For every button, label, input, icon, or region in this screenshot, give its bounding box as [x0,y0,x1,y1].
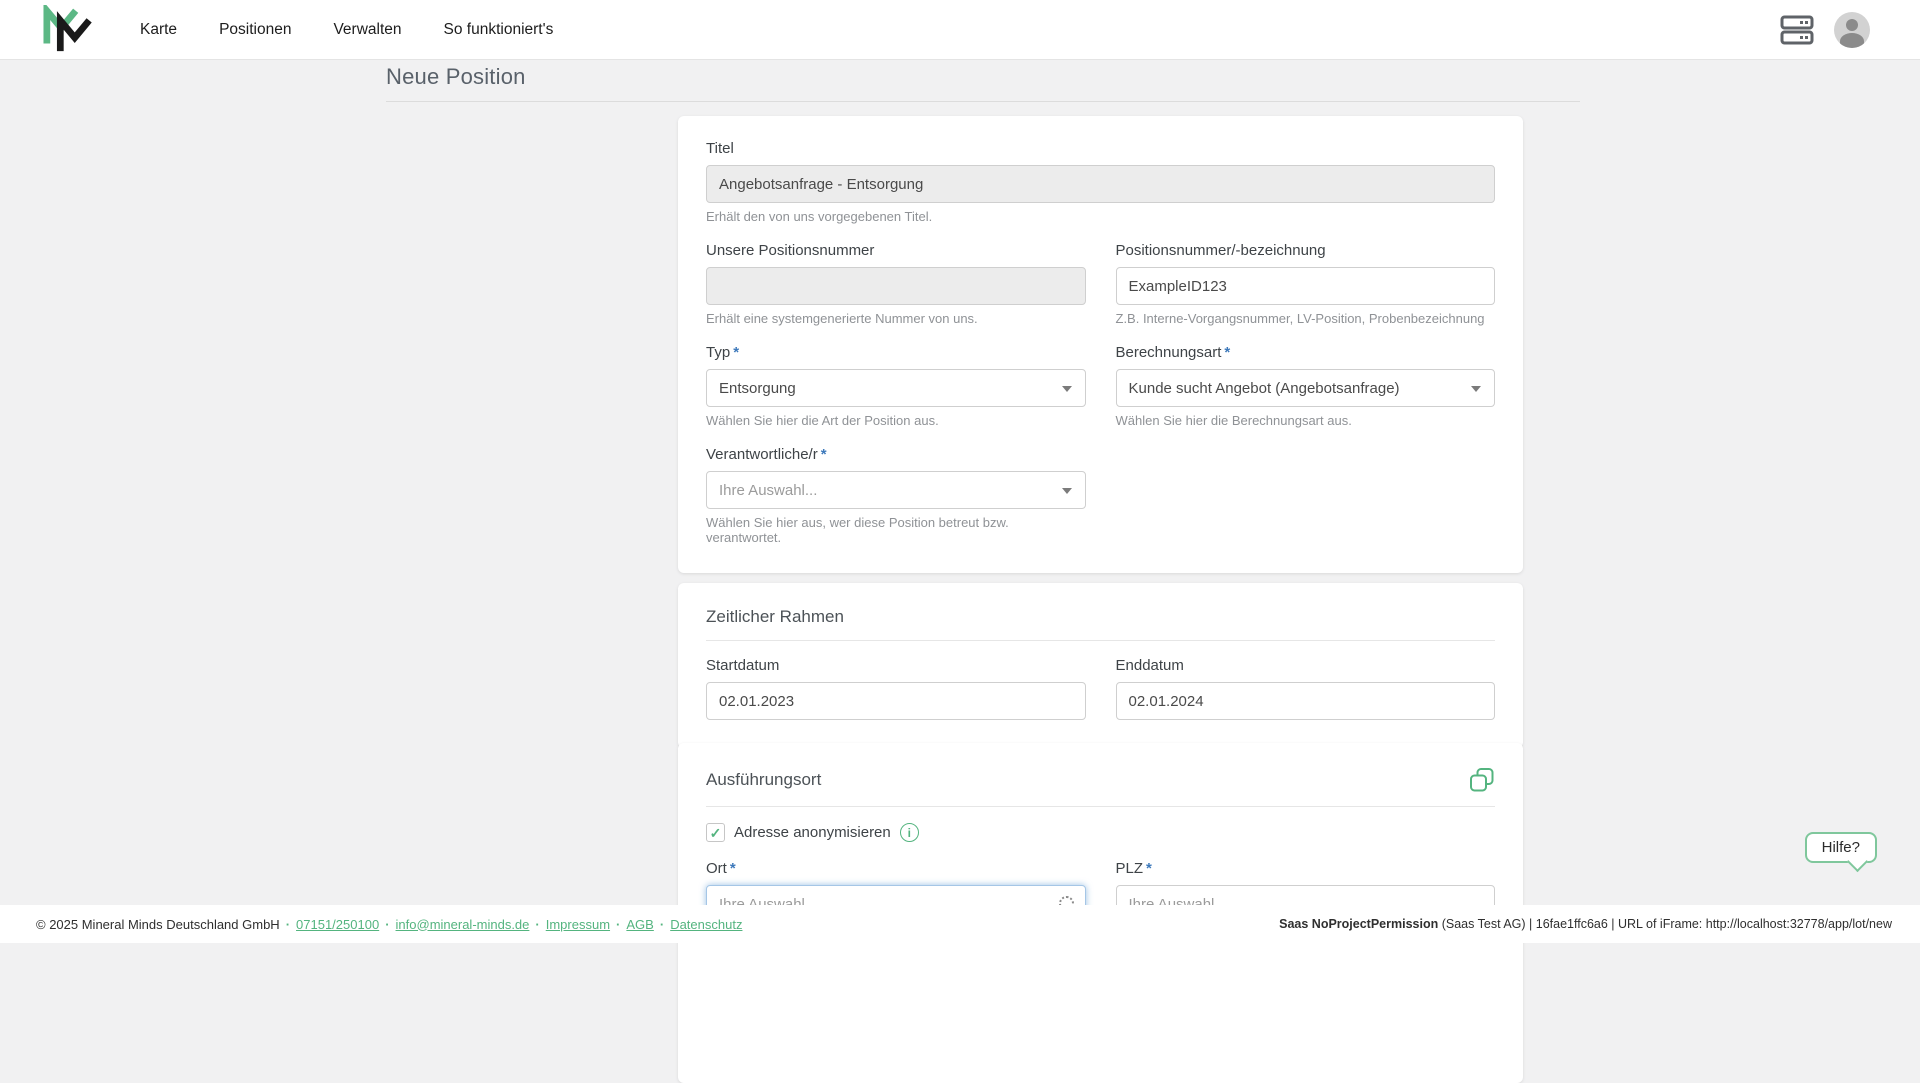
saas-permission-text: Saas NoProjectPermission [1279,917,1439,931]
unsere-positionsnummer-field: Unsere Positionsnummer Erhält eine syste… [706,242,1086,326]
avatar-body-icon [1840,32,1864,48]
chevron-down-icon [1061,386,1072,392]
typ-helper: Wählen Sie hier die Art der Position aus… [706,413,939,428]
verantwortliche-helper: Wählen Sie hier aus, wer diese Position … [706,515,1009,545]
chevron-down-icon [1471,386,1481,392]
avatar-head-icon [1846,18,1858,31]
footer-environment-info: Saas NoProjectPermission (Saas Test AG) … [1279,917,1892,931]
berechnungsart-label: Berechnungsart * [1115,344,1231,361]
separator: · [535,916,540,932]
adresse-anonymisieren-label[interactable]: Adresse anonymisieren [734,824,891,841]
required-asterisk: * [1146,860,1152,877]
verantwortliche-label: Verantwortliche/r * [706,446,827,463]
main-nav: Karte Positionen Verwalten So funktionie… [140,21,553,39]
checkmark-icon: ✓ [709,824,722,841]
required-asterisk: * [733,344,740,361]
enddatum-input[interactable] [1115,682,1495,720]
required-asterisk: * [1224,344,1231,361]
adresse-anonymisieren-row: ✓ Adresse anonymisieren i [706,823,1495,842]
titel-helper: Erhält den von uns vorgegebenen Titel. [706,209,933,224]
berechnungsart-field: Berechnungsart * Kunde sucht Angebot (Ang… [1115,344,1495,428]
enddatum-label: Enddatum [1115,657,1184,674]
titel-input [706,165,1495,203]
unsere-positionsnummer-helper: Erhält eine systemgenerierte Nummer von … [706,311,978,326]
page-title: Neue Position [386,64,526,89]
agb-link[interactable]: AGB [626,917,653,932]
mineral-minds-logo-icon[interactable] [40,4,96,55]
startdatum-field: Startdatum [706,657,1086,720]
separator: · [285,916,291,932]
separator: · [616,916,621,932]
copy-icon[interactable] [1469,767,1495,793]
required-asterisk: * [820,446,827,463]
verantwortliche-field: Verantwortliche/r * Ihre Auswahl... Wähle… [706,446,1086,545]
datenschutz-link[interactable]: Datenschutz [670,917,742,932]
plz-label: PLZ * [1115,860,1152,877]
zeitlicher-rahmen-header: Zeitlicher Rahmen [706,607,1495,641]
footer: © 2025 Mineral Minds Deutschland GmbH · … [0,905,1920,943]
user-avatar[interactable] [1834,11,1870,48]
iframe-url-text: (Saas Test AG) | 16fae1ffc6a6 | URL of i… [1438,917,1892,931]
typ-select[interactable]: Entsorgung [706,369,1086,407]
verantwortliche-select[interactable]: Ihre Auswahl... [706,471,1086,509]
nav-item-so-funktionierts[interactable]: So funktioniert's [444,21,554,39]
positionsnummer-label: Positionsnummer/-bezeichnung [1115,242,1326,259]
titel-field: Titel Erhält den von uns vorgegebenen Ti… [706,140,1495,224]
positionsnummer-helper: Z.B. Interne-Vorgangsnummer, LV-Position… [1115,311,1485,326]
berechnungsart-select[interactable]: Kunde sucht Angebot (Angebotsanfrage) [1115,369,1495,407]
adresse-anonymisieren-checkbox[interactable]: ✓ [706,823,725,842]
separator: · [385,916,390,932]
card-title: Zeitlicher Rahmen [706,607,844,626]
nav-item-verwalten[interactable]: Verwalten [333,21,401,39]
nav-item-positionen[interactable]: Positionen [219,21,291,39]
phone-link[interactable]: 07151/250100 [296,917,379,932]
copyright-text: © 2025 Mineral Minds Deutschland GmbH [36,916,280,932]
typ-field: Typ * Entsorgung Wählen Sie hier die Art … [706,344,1086,428]
ort-label: Ort * [706,860,736,877]
zeitlicher-rahmen-card: Zeitlicher Rahmen Startdatum Enddatum [678,583,1523,748]
required-asterisk: * [729,860,736,877]
info-icon[interactable]: i [899,823,919,842]
help-button[interactable]: Hilfe? [1804,832,1877,863]
enddatum-field: Enddatum [1115,657,1495,720]
email-link[interactable]: info@mineral-minds.de [396,917,530,932]
position-basics-card: Titel Erhält den von uns vorgegebenen Ti… [678,116,1523,573]
topbar-right [1780,11,1920,48]
separator: · [659,916,665,932]
startdatum-input[interactable] [706,682,1086,720]
positionsnummer-input[interactable] [1115,267,1495,305]
nav-item-karte[interactable]: Karte [140,21,177,39]
berechnungsart-helper: Wählen Sie hier die Berechnungsart aus. [1115,413,1352,428]
chevron-down-icon [1061,488,1072,494]
footer-left: © 2025 Mineral Minds Deutschland GmbH · … [36,917,742,932]
page-title-section: Neue Position [386,64,1580,102]
card-title: Ausführungsort [706,770,822,789]
server-stack-icon[interactable] [1780,14,1814,46]
top-navigation-bar: Karte Positionen Verwalten So funktionie… [0,0,1920,60]
unsere-positionsnummer-label: Unsere Positionsnummer [706,242,875,259]
titel-label: Titel [706,140,734,157]
unsere-positionsnummer-input [706,267,1086,305]
impressum-link[interactable]: Impressum [546,917,610,932]
startdatum-label: Startdatum [706,657,780,674]
positionsnummer-field: Positionsnummer/-bezeichnung Z.B. Intern… [1115,242,1495,326]
ausfuehrungsort-header: Ausführungsort [706,767,1495,807]
typ-label: Typ * [706,344,740,361]
